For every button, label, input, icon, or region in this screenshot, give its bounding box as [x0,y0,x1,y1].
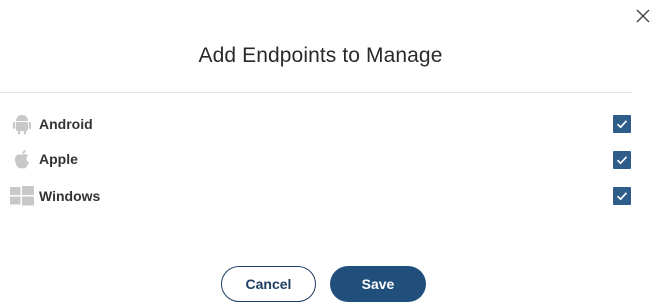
close-icon[interactable] [635,8,651,24]
save-button[interactable]: Save [330,266,426,302]
endpoint-row-windows: Windows [0,183,640,209]
windows-checkbox[interactable] [613,187,631,205]
dialog-title: Add Endpoints to Manage [198,44,443,67]
endpoint-label-apple: Apple [39,151,78,167]
apple-icon [9,148,35,170]
android-icon [9,113,35,135]
divider [0,92,632,93]
endpoint-label-android: Android [39,116,93,132]
endpoint-row-apple: Apple [0,146,640,172]
android-checkbox[interactable] [613,115,631,133]
windows-icon [9,185,35,207]
endpoint-row-android: Android [0,111,640,137]
apple-checkbox[interactable] [613,151,631,169]
endpoint-label-windows: Windows [39,188,101,204]
cancel-button[interactable]: Cancel [221,266,316,302]
